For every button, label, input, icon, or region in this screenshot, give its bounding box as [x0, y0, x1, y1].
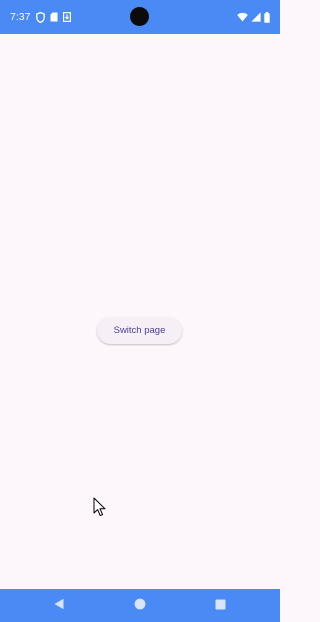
- navigation-bar: [0, 589, 280, 622]
- camera-cutout: [130, 7, 149, 26]
- recents-icon: [215, 597, 226, 615]
- home-button[interactable]: [132, 598, 148, 614]
- back-button[interactable]: [51, 598, 67, 614]
- status-bar: 7:37: [0, 0, 280, 34]
- recents-button[interactable]: [212, 598, 228, 614]
- status-system-icons: [237, 11, 270, 23]
- home-icon: [134, 597, 146, 615]
- sd-card-icon: [50, 12, 58, 22]
- main-content: [0, 34, 280, 589]
- download-icon: [63, 12, 71, 22]
- shield-icon: [36, 11, 45, 23]
- switch-page-button[interactable]: Switch page: [97, 317, 182, 344]
- signal-icon: [251, 12, 261, 22]
- mouse-pointer-icon: [93, 497, 106, 522]
- status-time: 7:37: [10, 11, 31, 23]
- back-icon: [53, 597, 65, 615]
- status-notification-icons: [36, 11, 71, 23]
- battery-icon: [264, 11, 270, 23]
- wifi-icon: [237, 12, 248, 22]
